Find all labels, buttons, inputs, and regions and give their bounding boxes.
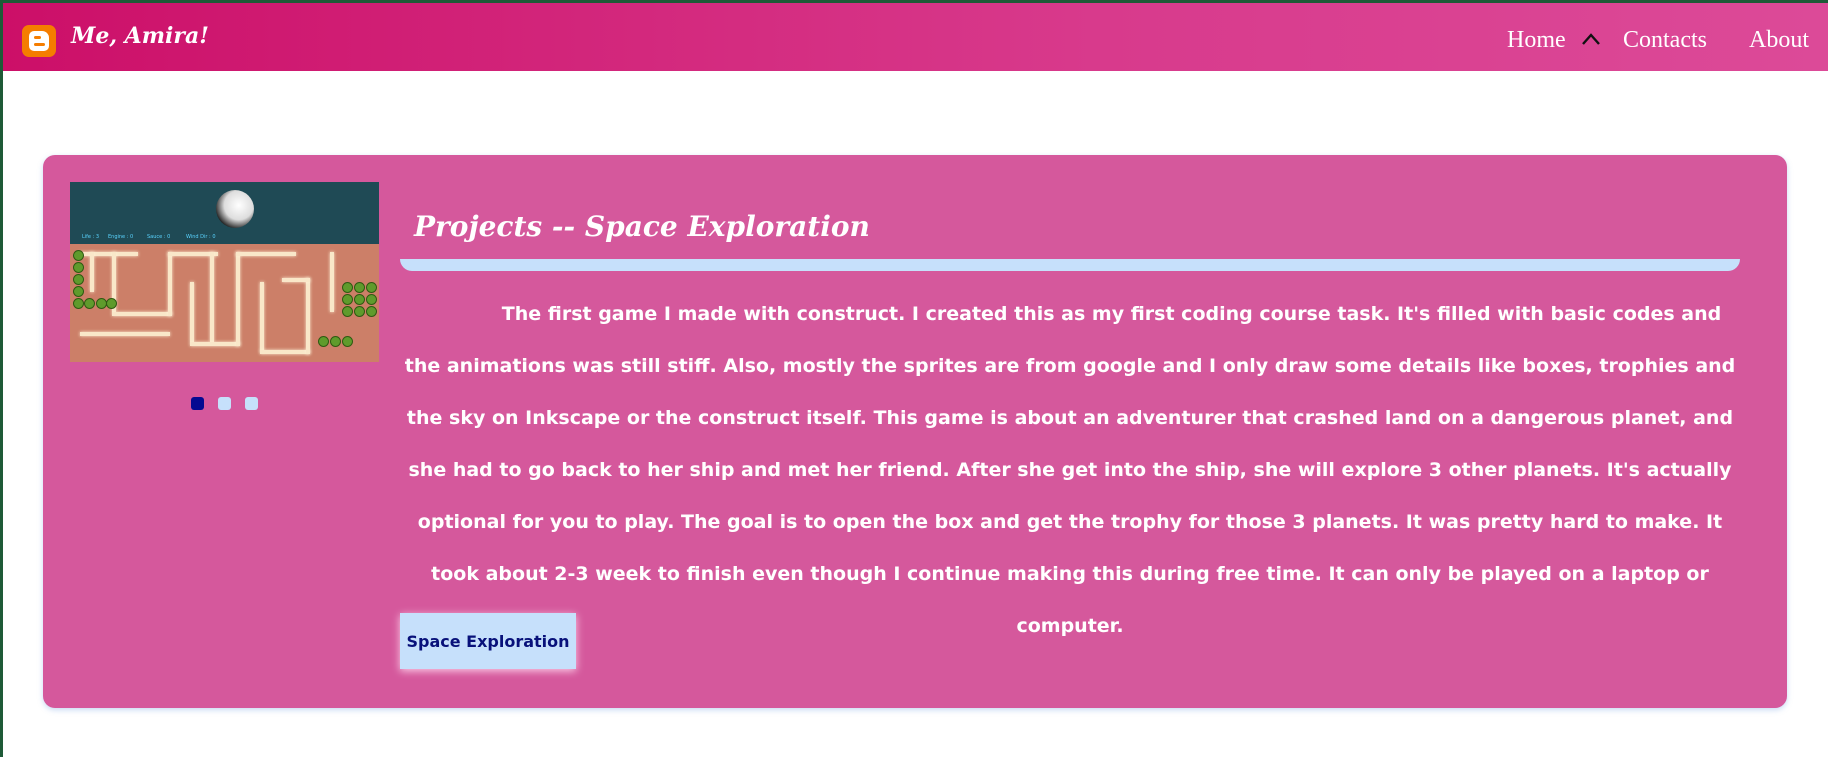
window-frame-left	[0, 0, 3, 757]
nav-link-contacts[interactable]: Contacts	[1623, 27, 1707, 54]
blogger-icon[interactable]	[22, 25, 56, 57]
nav-link-about[interactable]: About	[1749, 27, 1809, 54]
project-title: Projects -- Space Exploration	[414, 210, 870, 243]
navbar: Me, Amira! Home Contacts About	[3, 3, 1828, 71]
space-exploration-button[interactable]: Space Exploration	[400, 613, 576, 669]
project-description: The first game I made with construct. I …	[404, 303, 1736, 637]
carousel-dot-3[interactable]	[245, 397, 258, 410]
project-card: Life : 3 Engine : 0 Sauce : 0 Wind Dir :…	[43, 155, 1787, 708]
chevron-up-icon	[1582, 33, 1600, 45]
nav-link-home[interactable]: Home	[1507, 27, 1566, 54]
carousel-dot-2[interactable]	[218, 397, 231, 410]
carousel-indicators	[191, 397, 272, 411]
title-underline	[400, 259, 1740, 271]
brand-title[interactable]: Me, Amira!	[71, 23, 209, 49]
project-screenshot-image[interactable]: Life : 3 Engine : 0 Sauce : 0 Wind Dir :…	[70, 182, 379, 362]
carousel-dot-1[interactable]	[191, 397, 204, 410]
